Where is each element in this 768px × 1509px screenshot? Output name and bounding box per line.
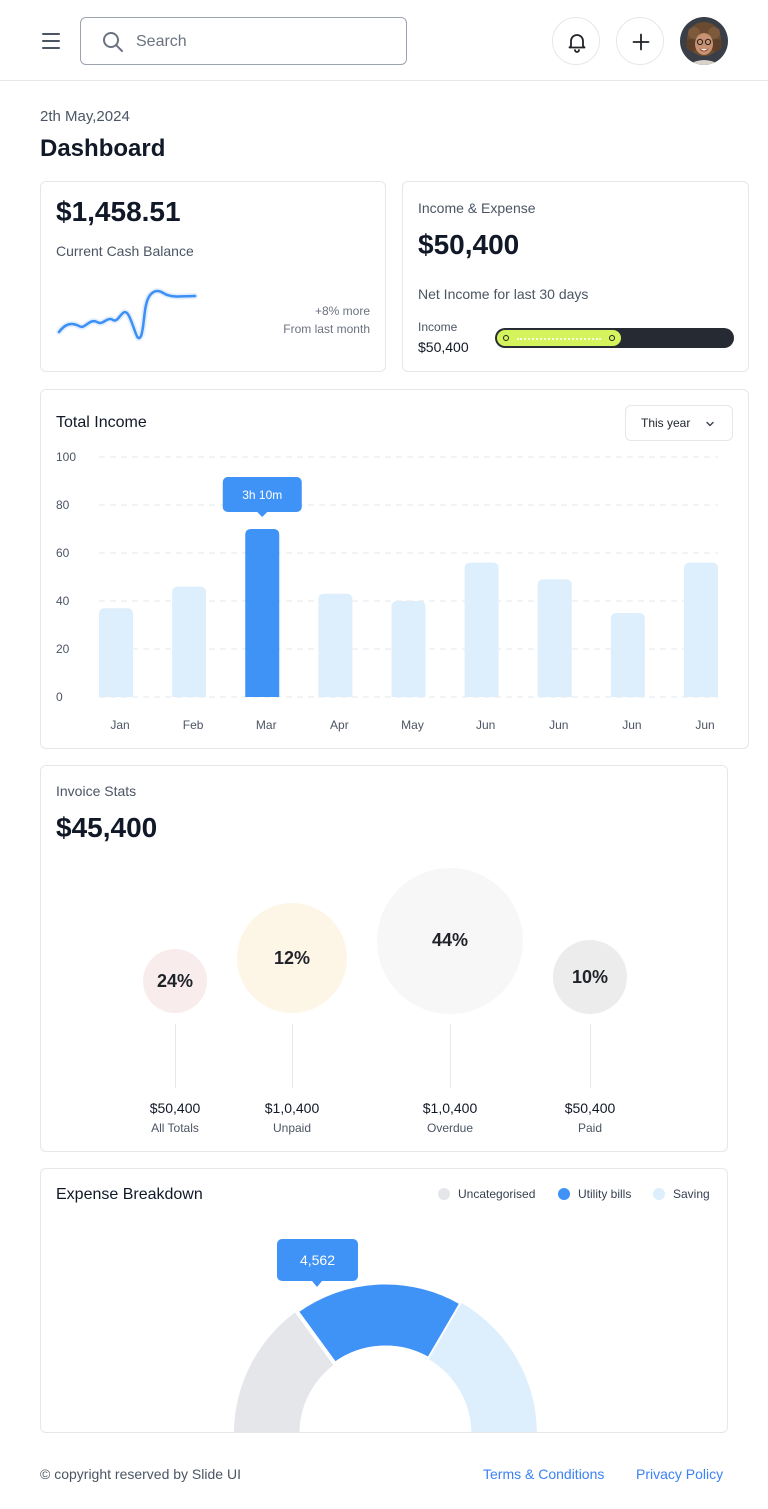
invoice-stem (450, 1024, 451, 1088)
invoice-stem (590, 1024, 591, 1088)
terms-link[interactable]: Terms & Conditions (483, 1466, 604, 1482)
bar (610, 613, 645, 697)
cash-balance-card: $1,458.51 Current Cash Balance +8% more … (40, 181, 386, 372)
page-title: Dashboard (40, 135, 166, 162)
y-tick-label: 20 (56, 642, 70, 656)
bar-tooltip-text: 3h 10m (242, 488, 282, 502)
cash-sparkline (56, 288, 198, 341)
x-tick-label: Jun (695, 718, 714, 732)
legend-uncategorised: Uncategorised (438, 1187, 535, 1201)
cash-delta: +8% more (314, 304, 370, 318)
income-progress-fill (496, 329, 622, 347)
expense-tooltip-text: 4,562 (300, 1252, 335, 1268)
invoice-bubble-overdue: 44% (377, 868, 523, 1014)
invoice-label: Overdue (426, 1121, 474, 1135)
plus-icon (632, 33, 650, 51)
invoice-stats-card: Invoice Stats $45,400 24% $50,400 All To… (40, 765, 728, 1152)
page-date: 2th May,2024 (40, 108, 130, 125)
invoice-stats-title: Invoice Stats (56, 783, 137, 799)
bar (318, 593, 353, 697)
avatar[interactable] (680, 17, 728, 65)
expense-breakdown-card: 4,562 Expense Breakdown Uncategorised Ut… (40, 1168, 728, 1433)
invoice-stats-value: $45,400 (56, 812, 158, 843)
cash-balance-label: Current Cash Balance (56, 243, 194, 259)
x-tick-label: Mar (256, 718, 277, 732)
bar (172, 586, 207, 697)
bar (537, 579, 572, 697)
x-tick-label: Jun (622, 718, 641, 732)
y-tick-label: 80 (56, 498, 70, 512)
footer-copyright: © copyright reserved by Slide UI (40, 1466, 241, 1482)
income-expense-subtitle: Net Income for last 30 days (418, 286, 589, 302)
y-tick-label: 40 (56, 594, 70, 608)
invoice-label: All Totals (151, 1121, 199, 1135)
legend-label: Utility bills (578, 1187, 632, 1201)
invoice-amount: $50,400 (564, 1100, 616, 1116)
notifications-button[interactable] (552, 17, 600, 65)
bar (464, 562, 499, 697)
bar (245, 529, 280, 697)
y-tick-label: 100 (56, 450, 76, 464)
add-button[interactable] (616, 17, 664, 65)
x-tick-label: May (401, 718, 424, 732)
cash-balance-value: $1,458.51 (56, 196, 181, 227)
legend-label: Saving (673, 1187, 710, 1201)
search-box[interactable] (80, 17, 407, 65)
menu-icon[interactable] (38, 28, 66, 54)
y-tick-label: 60 (56, 546, 70, 560)
invoice-bubble-all-totals: 24% (143, 949, 207, 1013)
expense-breakdown-title: Expense Breakdown (56, 1186, 203, 1203)
invoice-stem (175, 1024, 176, 1088)
invoice-stem (292, 1024, 293, 1088)
total-income-title: Total Income (56, 414, 147, 431)
legend-dot (438, 1188, 450, 1200)
bell-icon (568, 34, 586, 53)
legend-label: Uncategorised (458, 1187, 536, 1201)
period-select[interactable]: This year (625, 405, 733, 441)
search-input[interactable] (136, 28, 386, 56)
income-expense-value: $50,400 (418, 229, 520, 260)
bar (99, 608, 133, 697)
bar (391, 601, 426, 697)
legend-saving: Saving (653, 1187, 710, 1201)
legend-dot (653, 1188, 665, 1200)
bar (684, 562, 718, 697)
x-tick-label: Apr (330, 718, 349, 732)
chevron-down-icon (706, 421, 714, 427)
x-tick-label: Feb (183, 718, 204, 732)
invoice-bubble-paid: 10% (553, 940, 627, 1014)
cash-delta-sub: From last month (283, 322, 370, 336)
x-tick-label: Jan (110, 718, 129, 732)
legend-dot (558, 1188, 570, 1200)
bar-tooltip-pointer (257, 512, 268, 517)
total-income-card: 0 20 40 60 80 100 Jan Feb Mar 3h 10m Apr May Jun Jun J… (40, 389, 749, 749)
invoice-bubble-unpaid: 12% (237, 903, 347, 1013)
expense-donut-chart: 4,562 (233, 1239, 537, 1432)
invoice-label: Unpaid (272, 1121, 312, 1135)
x-tick-label: Jun (549, 718, 568, 732)
invoice-amount: $1,0,400 (422, 1100, 478, 1116)
y-tick-label: 0 (56, 690, 63, 704)
legend-utility-bills: Utility bills (558, 1187, 631, 1201)
income-value: $50,400 (418, 339, 469, 355)
invoice-amount: $50,400 (149, 1100, 201, 1116)
top-bar (0, 0, 768, 81)
total-income-chart: 0 20 40 60 80 100 Jan Feb Mar 3h 10m Apr May Jun Jun J… (56, 450, 718, 732)
invoice-amount: $1,0,400 (264, 1100, 320, 1116)
income-expense-title: Income & Expense (418, 200, 536, 216)
income-expense-card: Income & Expense $50,400 Net Income for … (402, 181, 749, 372)
x-tick-label: Jun (476, 718, 495, 732)
search-icon (103, 32, 123, 52)
invoice-label: Paid (577, 1121, 603, 1135)
income-progress-bar (495, 328, 734, 348)
income-label: Income (418, 320, 458, 334)
privacy-link[interactable]: Privacy Policy (636, 1466, 723, 1482)
period-select-label: This year (641, 416, 691, 430)
